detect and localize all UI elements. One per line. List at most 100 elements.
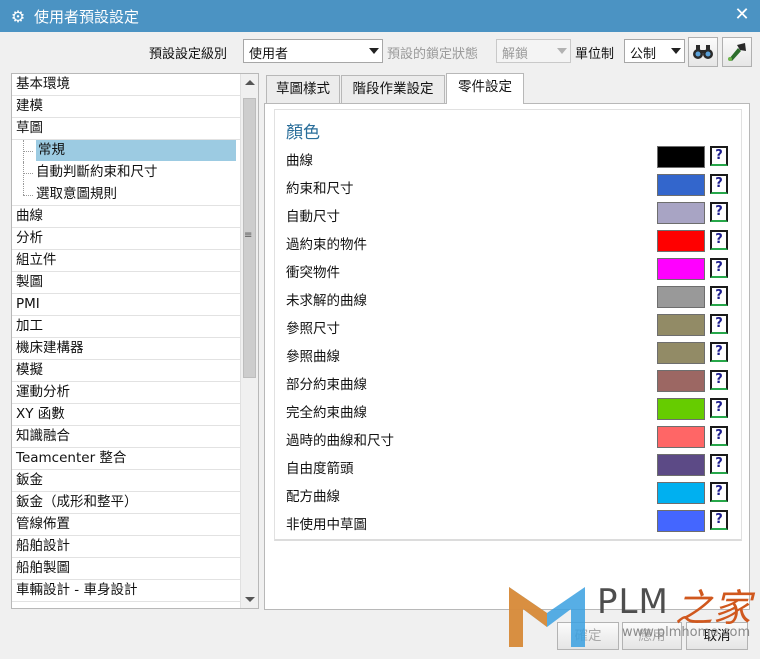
color-row-label: 自動尺寸 [286, 209, 340, 225]
unit-select-value: 公制 [630, 47, 657, 62]
help-icon[interactable]: ? [710, 482, 728, 502]
scroll-up-icon[interactable] [245, 80, 255, 85]
cancel-button[interactable]: 取消 [686, 622, 748, 650]
help-icon[interactable]: ? [710, 258, 728, 278]
tree-item-drafting[interactable]: 製圖 [12, 272, 240, 294]
title-bar: ⚙ 使用者預設設定 ✕ [0, 0, 760, 32]
help-icon[interactable]: ? [710, 454, 728, 474]
tab-session-settings[interactable]: 階段作業設定 [341, 75, 445, 103]
tree-item-analysis[interactable]: 分析 [12, 228, 240, 250]
chevron-down-icon [671, 48, 681, 54]
tree-item-basic-environment[interactable]: 基本環境 [12, 74, 240, 96]
tree-item-knowledge-fusion[interactable]: 知識融合 [12, 426, 240, 448]
color-row-label: 衝突物件 [286, 265, 340, 281]
level-select[interactable]: 使用者 [243, 39, 383, 63]
tree-item-sheet-metal[interactable]: 鈑金 [12, 470, 240, 492]
tree-item-inferred-constraints[interactable]: 自動判斷約束和尺寸 [12, 162, 240, 184]
color-swatch-button[interactable] [657, 202, 705, 224]
find-default-button[interactable] [688, 37, 718, 67]
help-icon[interactable]: ? [710, 146, 728, 166]
grip-icon: ≡ [244, 230, 253, 241]
unit-select[interactable]: 公制 [624, 39, 685, 63]
color-row: 未求解的曲線? [275, 284, 741, 312]
color-swatch-button[interactable] [657, 258, 705, 280]
tree-item-sketch[interactable]: 草圖 [12, 118, 240, 140]
help-icon[interactable]: ? [710, 230, 728, 250]
color-row: 配方曲線? [275, 480, 741, 508]
tree-item-machine-builder[interactable]: 機床建構器 [12, 338, 240, 360]
tree-item-selection-intent[interactable]: 選取意圖規則 [12, 184, 240, 206]
part-settings-panel: 顏色 曲線? 約束和尺寸? 自動尺寸? 過約束的物件? 衝突物件? 未求解的曲線? 參照尺寸… [264, 103, 750, 610]
color-swatch-button[interactable] [657, 146, 705, 168]
color-swatch-button[interactable] [657, 342, 705, 364]
group-title: 顏色 [286, 123, 320, 143]
tree-item-curve[interactable]: 曲線 [12, 206, 240, 228]
category-tree[interactable]: 基本環境 建模 草圖 常規 自動判斷約束和尺寸 選取意圖規則 曲線 分析 組立件… [11, 73, 259, 609]
lock-select-value: 解鎖 [502, 47, 529, 62]
color-row: 部分約束曲線? [275, 368, 741, 396]
color-row: 參照曲線? [275, 340, 741, 368]
color-row-label: 非使用中草圖 [286, 517, 367, 533]
help-icon[interactable]: ? [710, 426, 728, 446]
tree-item-vehicle-body-design[interactable]: 車輛設計 - 車身設計 [12, 580, 240, 602]
tree-item-assembly[interactable]: 組立件 [12, 250, 240, 272]
tree-item-manufacturing[interactable]: 加工 [12, 316, 240, 338]
tree-scrollbar[interactable]: ≡ [240, 74, 258, 608]
color-row-label: 過約束的物件 [286, 237, 367, 253]
scroll-down-icon[interactable] [245, 597, 255, 602]
chevron-down-icon [369, 48, 379, 54]
color-row: 曲線? [275, 144, 741, 172]
color-swatch-button[interactable] [657, 370, 705, 392]
tree-item-general[interactable]: 常規 [12, 140, 240, 162]
color-swatch-button[interactable] [657, 174, 705, 196]
tree-item-ship-drafting[interactable]: 船舶製圖 [12, 558, 240, 580]
apply-button[interactable]: 應用 [622, 622, 682, 650]
manage-defaults-button[interactable] [722, 37, 752, 67]
color-swatch-button[interactable] [657, 230, 705, 252]
color-row: 參照尺寸? [275, 312, 741, 340]
color-swatch-button[interactable] [657, 398, 705, 420]
tree-item-ship-design[interactable]: 船舶設計 [12, 536, 240, 558]
color-row-label: 曲線 [286, 153, 313, 169]
help-icon[interactable]: ? [710, 286, 728, 306]
help-icon[interactable]: ? [710, 398, 728, 418]
help-icon[interactable]: ? [710, 510, 728, 530]
help-icon[interactable]: ? [710, 342, 728, 362]
help-icon[interactable]: ? [710, 314, 728, 334]
tab-part-settings[interactable]: 零件設定 [446, 73, 524, 104]
tab-sketch-style[interactable]: 草圖樣式 [266, 75, 340, 103]
tree-item-motion-analysis[interactable]: 運動分析 [12, 382, 240, 404]
ok-button[interactable]: 確定 [557, 622, 619, 650]
tree-item-routing[interactable]: 管線佈置 [12, 514, 240, 536]
tree-item-simulation[interactable]: 模擬 [12, 360, 240, 382]
gear-icon: ⚙ [10, 6, 26, 26]
color-swatch-button[interactable] [657, 482, 705, 504]
tree-item-sheet-metal-forming[interactable]: 鈑金（成形和整平） [12, 492, 240, 514]
level-label: 預設設定級別 [149, 47, 228, 62]
unit-label: 單位制 [575, 47, 615, 62]
color-row: 完全約束曲線? [275, 396, 741, 424]
help-icon[interactable]: ? [710, 174, 728, 194]
color-row-label: 過時的曲線和尺寸 [286, 433, 394, 449]
lock-label: 預設的鎖定狀態 [387, 47, 479, 62]
close-icon[interactable]: ✕ [732, 5, 752, 25]
color-swatch-button[interactable] [657, 454, 705, 476]
tree-item-modeling[interactable]: 建模 [12, 96, 240, 118]
tree-item-xy-function[interactable]: XY 函數 [12, 404, 240, 426]
color-row-label: 未求解的曲線 [286, 293, 367, 309]
color-row-label: 約束和尺寸 [286, 181, 354, 197]
color-row: 約束和尺寸? [275, 172, 741, 200]
help-icon[interactable]: ? [710, 370, 728, 390]
help-icon[interactable]: ? [710, 202, 728, 222]
tree-item-teamcenter[interactable]: Teamcenter 整合 [12, 448, 240, 470]
color-swatch-button[interactable] [657, 286, 705, 308]
window-title: 使用者預設設定 [34, 7, 140, 26]
color-swatch-button[interactable] [657, 510, 705, 532]
lock-select[interactable]: 解鎖 [496, 39, 571, 63]
color-row-label: 參照曲線 [286, 349, 340, 365]
color-row: 過時的曲線和尺寸? [275, 424, 741, 452]
settings-toolbar: 預設設定級別 使用者 預設的鎖定狀態 解鎖 單位制 公制 [0, 37, 760, 67]
color-swatch-button[interactable] [657, 426, 705, 448]
tree-item-pmi[interactable]: PMI [12, 294, 240, 316]
color-swatch-button[interactable] [657, 314, 705, 336]
